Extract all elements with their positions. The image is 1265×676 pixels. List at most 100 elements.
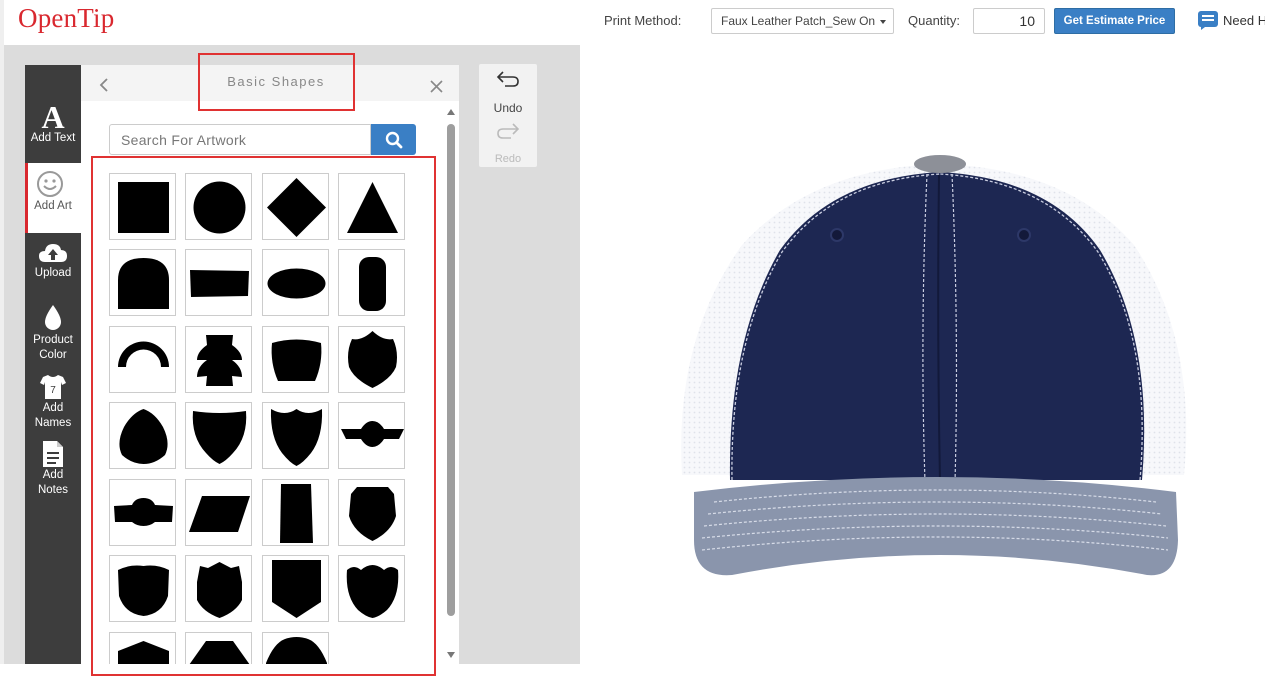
shape-tile-curved-shield[interactable]	[185, 402, 252, 469]
redo-icon[interactable]	[495, 121, 521, 141]
shape-tile-rounded-shield[interactable]	[109, 402, 176, 469]
circle-shape-icon	[193, 181, 246, 234]
top-bar: OpenTip Print Method: Faux Leather Patch…	[0, 0, 1265, 45]
trapezoid-shape-icon	[189, 641, 250, 664]
shape-tile-pointed-shield[interactable]	[262, 402, 329, 469]
quantity-input[interactable]: 10	[973, 8, 1045, 34]
shape-tile-trapezoid-rounded[interactable]	[262, 632, 329, 664]
shape-tile-trapezoid[interactable]	[185, 632, 252, 664]
panel-header: Basic Shapes	[81, 53, 459, 111]
print-method-label: Print Method:	[604, 13, 682, 28]
pointed-shield-shape-icon	[270, 409, 323, 466]
sidebar-item-add-art[interactable]: Add Art	[25, 163, 81, 233]
shape-tile-half-ring[interactable]	[109, 326, 176, 393]
sidebar-item-label: Upload	[34, 267, 72, 279]
ellipse-shape-icon	[267, 268, 326, 299]
tool-sidebar: A Add Text Add Art Upload Product Color …	[25, 65, 81, 664]
shape-tile-trapezoid-round[interactable]	[262, 326, 329, 393]
police-badge-shape-icon	[348, 331, 397, 388]
shape-tile-ellipse[interactable]	[262, 249, 329, 316]
shape-tile-notched-shield[interactable]	[338, 479, 405, 546]
scroll-up-arrow[interactable]	[447, 109, 455, 115]
bowler-shape-icon	[114, 498, 173, 526]
sidebar-item-add-names[interactable]: 7 Add Names	[25, 373, 81, 435]
arch-shape-icon	[118, 258, 169, 309]
shape-tile-scalloped-shield[interactable]	[338, 555, 405, 622]
shape-tile-bowler[interactable]	[109, 479, 176, 546]
quantity-label: Quantity:	[908, 13, 961, 28]
pentagon-top-shape-icon	[118, 641, 169, 664]
sidebar-item-upload[interactable]: Upload	[25, 240, 81, 290]
sidebar-item-add-text[interactable]: A Add Text	[25, 101, 81, 151]
shape-tile-capsule[interactable]	[338, 249, 405, 316]
drop-icon	[45, 305, 61, 330]
tall-rectangle-shape-icon	[280, 484, 313, 543]
notched-shield-shape-icon	[349, 487, 396, 541]
shape-tile-square-shield[interactable]	[262, 555, 329, 622]
search-icon	[385, 131, 403, 149]
close-icon[interactable]	[430, 80, 443, 93]
chevron-left-icon[interactable]	[99, 78, 109, 92]
shape-tile-crest-shield[interactable]	[185, 555, 252, 622]
get-estimate-button[interactable]: Get Estimate Price	[1054, 8, 1175, 34]
square-shield-shape-icon	[272, 560, 321, 618]
scrollbar-thumb[interactable]	[447, 124, 455, 616]
note-icon	[43, 441, 63, 467]
cloud-upload-icon	[39, 244, 67, 262]
trapezoid-rounded-shape-icon	[266, 637, 327, 664]
sidebar-item-label-line2: Notes	[37, 484, 69, 496]
svg-text:7: 7	[50, 385, 56, 396]
title-highlight-box	[198, 53, 355, 111]
search-button[interactable]	[371, 124, 416, 155]
shape-tile-arch[interactable]	[109, 249, 176, 316]
scroll-down-arrow[interactable]	[447, 652, 455, 658]
sidebar-item-add-notes[interactable]: Add Notes	[25, 440, 81, 502]
flat-shield-shape-icon	[118, 565, 169, 616]
search-input[interactable]: Search For Artwork	[109, 124, 371, 155]
sidebar-item-label-line2: Names	[34, 417, 72, 429]
shape-tile-pentagon-top[interactable]	[109, 632, 176, 664]
history-controls: Undo Redo	[479, 64, 537, 167]
shape-tile-triangle[interactable]	[338, 173, 405, 240]
print-method-value: Faux Leather Patch_Sew On	[721, 14, 876, 28]
notched-circle-shape-icon	[197, 335, 242, 386]
help-link[interactable]: Need H	[1223, 13, 1265, 28]
sidebar-item-label-line1: Add	[42, 402, 64, 414]
half-ring-shape-icon	[118, 341, 169, 367]
sidebar-item-label-line2: Color	[39, 349, 67, 361]
sidebar-item-label: Add Text	[30, 132, 76, 144]
print-method-select[interactable]: Faux Leather Patch_Sew On	[711, 8, 894, 34]
capsule-shape-icon	[359, 257, 386, 311]
redo-button[interactable]: Redo	[479, 153, 537, 165]
shape-tile-rectangle[interactable]	[185, 249, 252, 316]
rounded-shield-shape-icon	[119, 409, 168, 464]
sidebar-item-product-color[interactable]: Product Color	[25, 303, 81, 365]
undo-icon[interactable]	[495, 69, 521, 89]
shape-tile-police-badge[interactable]	[338, 326, 405, 393]
shape-tile-parallelogram[interactable]	[185, 479, 252, 546]
logo[interactable]: OpenTip	[18, 3, 114, 34]
crest-shield-shape-icon	[197, 562, 242, 618]
sidebar-item-label: Add Art	[34, 200, 72, 212]
trapezoid-round-shape-icon	[271, 339, 322, 381]
shape-tile-notched-circle[interactable]	[185, 326, 252, 393]
shape-tile-square[interactable]	[109, 173, 176, 240]
sidebar-item-label-line1: Add	[42, 469, 64, 481]
shape-tile-tall-rectangle[interactable]	[262, 479, 329, 546]
jersey-icon: 7	[40, 375, 66, 399]
caret-down-icon	[880, 20, 886, 24]
shape-tile-circle[interactable]	[185, 173, 252, 240]
triangle-shape-icon	[347, 182, 398, 233]
product-cap-image[interactable]	[672, 150, 1192, 590]
shape-tile-diamond[interactable]	[262, 173, 329, 240]
undo-button[interactable]: Undo	[479, 101, 537, 115]
scalloped-shield-shape-icon	[346, 565, 399, 618]
help-chat-icon[interactable]	[1197, 9, 1219, 31]
shape-tile-winged-oval[interactable]	[338, 402, 405, 469]
parallelogram-shape-icon	[189, 496, 250, 532]
rectangle-shape-icon	[190, 270, 249, 297]
sidebar-item-label-line1: Product	[33, 334, 73, 346]
svg-text:A: A	[41, 101, 64, 131]
diamond-shape-icon	[267, 178, 326, 237]
shape-tile-flat-shield[interactable]	[109, 555, 176, 622]
